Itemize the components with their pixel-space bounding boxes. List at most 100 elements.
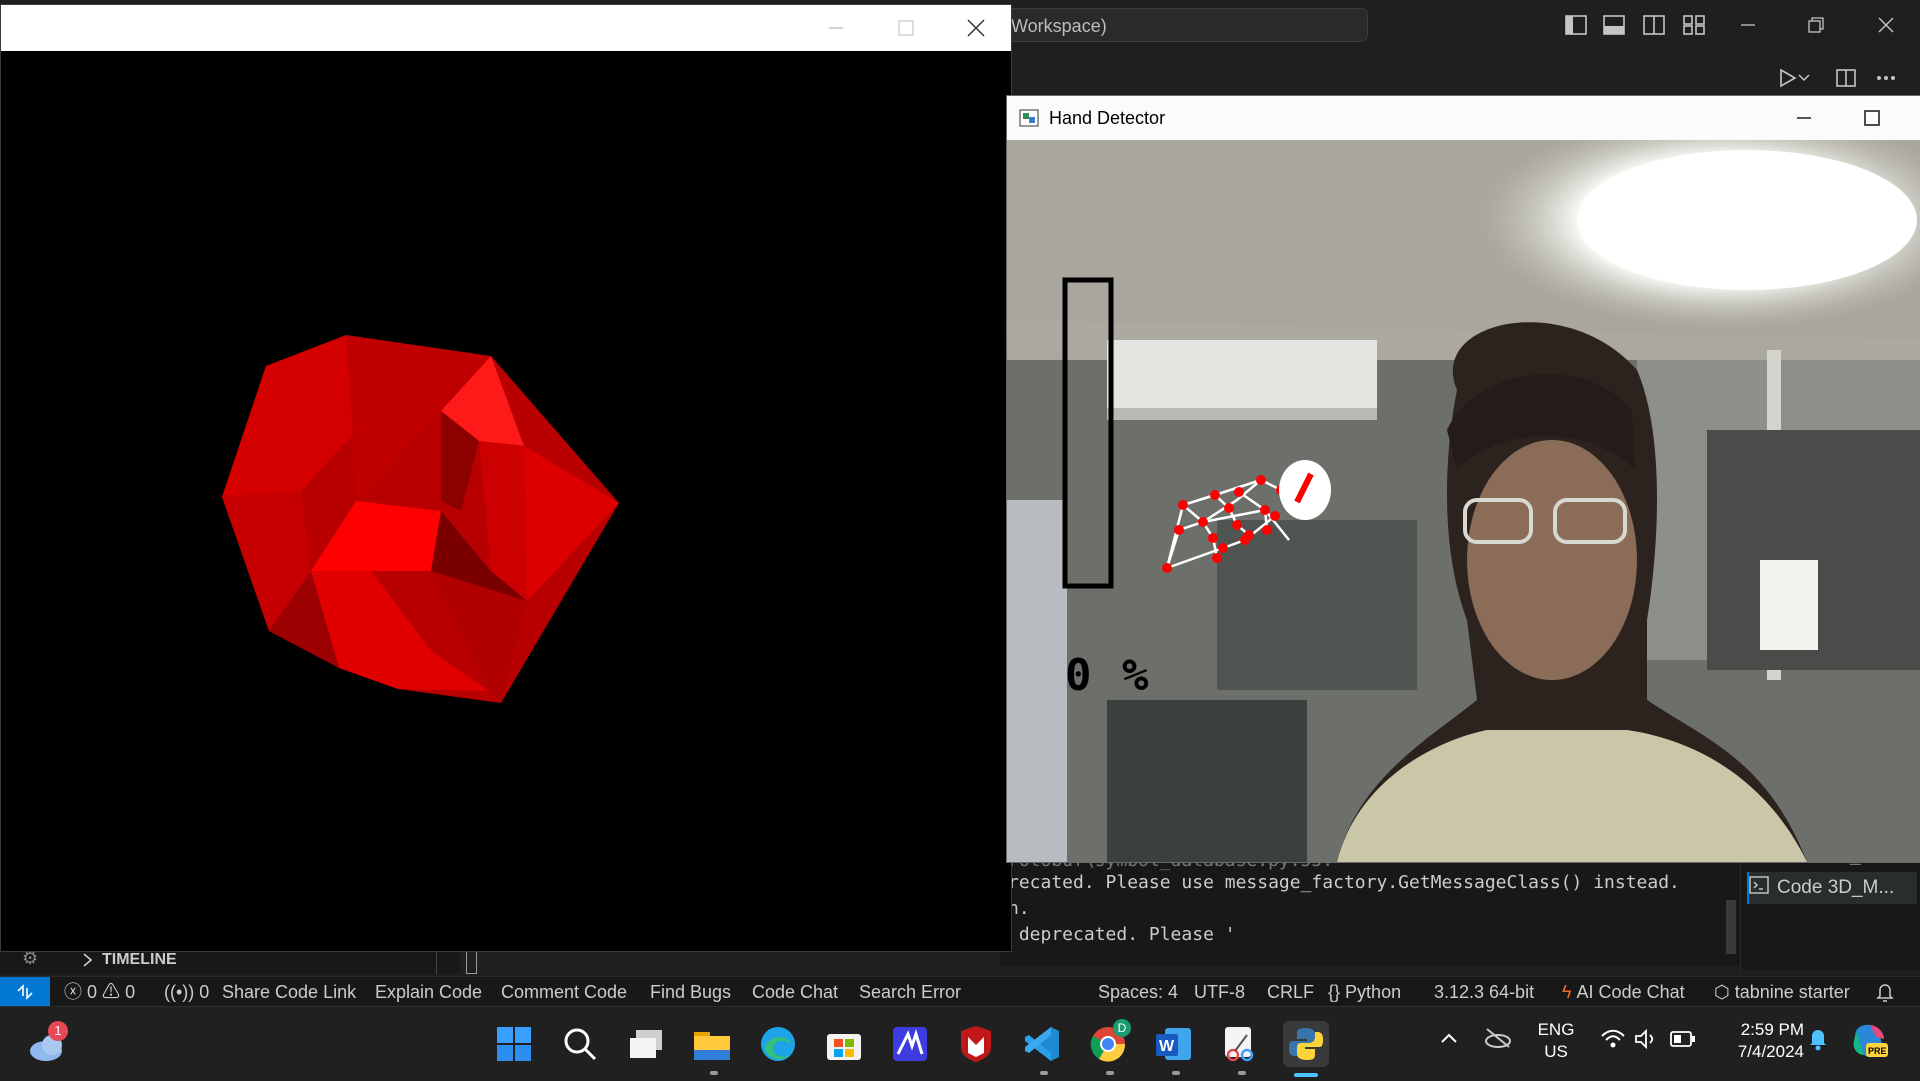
command-center[interactable]: Workspace)	[1000, 8, 1368, 42]
mcafee-icon[interactable]	[953, 1021, 999, 1067]
problems-button[interactable]: ⓧ 0 ⚠ 0	[64, 977, 135, 1007]
comment-code-button[interactable]: Comment Code	[501, 977, 627, 1007]
notification-bell-icon[interactable]	[1808, 1027, 1828, 1056]
taskbar: 1 D W ENG US 2:59 PM 7/4/2024 PRE	[0, 1006, 1920, 1081]
error-icon: ⓧ	[64, 982, 82, 1002]
more-actions-icon[interactable]	[1872, 64, 1900, 92]
encoding-button[interactable]: UTF-8	[1194, 977, 1245, 1007]
language-label: Python	[1345, 982, 1402, 1002]
word-icon[interactable]: W	[1151, 1021, 1197, 1067]
close-icon[interactable]	[1872, 11, 1900, 39]
ports-count: 0	[199, 982, 210, 1002]
tabnine-button[interactable]: ⬡ tabnine starter	[1714, 977, 1850, 1007]
task-view-icon[interactable]	[623, 1021, 669, 1067]
toggle-panel-icon[interactable]	[1600, 11, 1628, 39]
3d-red-polyhedron	[222, 335, 619, 703]
edge-icon[interactable]	[755, 1021, 801, 1067]
weather-badge: 1	[48, 1021, 68, 1041]
svg-text:PRE: PRE	[1868, 1046, 1887, 1056]
webcam-frame	[1007, 140, 1920, 862]
active-app-indicator	[1294, 1073, 1318, 1077]
eol-button[interactable]: CRLF	[1267, 977, 1314, 1007]
wifi-icon[interactable]	[1600, 1029, 1626, 1054]
interpreter-button[interactable]: 3.12.3 64-bit	[1434, 977, 1534, 1007]
toggle-secondary-sidebar-icon[interactable]	[1640, 11, 1668, 39]
editor-toolbar	[1760, 62, 1920, 94]
restore-icon[interactable]	[1802, 11, 1830, 39]
share-code-link-button[interactable]: Share Code Link	[222, 977, 356, 1007]
search-error-button[interactable]: Search Error	[859, 977, 961, 1007]
text-cursor-icon	[466, 950, 477, 974]
onedrive-offline-icon[interactable]	[1484, 1027, 1512, 1054]
terminal-scrollbar[interactable]	[1726, 900, 1736, 954]
weather-widget[interactable]: 1	[26, 1021, 72, 1067]
running-indicator	[1106, 1071, 1114, 1075]
status-bar: ⓧ 0 ⚠ 0 ((•)) 0 Share Code Link Explain …	[0, 976, 1920, 1007]
language-mode-button[interactable]: {} Python	[1328, 977, 1401, 1007]
clock-date: 7/4/2024	[1737, 1042, 1804, 1061]
language-indicator[interactable]: ENG US	[1536, 1019, 1576, 1063]
terminal-tab-active[interactable]: Code 3D_M...	[1747, 872, 1917, 904]
running-indicator	[1172, 1071, 1180, 1075]
hand-minimize-icon[interactable]	[1779, 96, 1829, 140]
hand-maximize-icon[interactable]	[1847, 96, 1897, 140]
ai-code-chat-label: AI Code Chat	[1576, 982, 1685, 1002]
render-window[interactable]	[0, 4, 1012, 952]
timeline-label: TIMELINE	[102, 951, 177, 968]
search-icon[interactable]	[557, 1021, 603, 1067]
camera-feed: 0 %	[1007, 140, 1920, 862]
running-indicator	[1040, 1071, 1048, 1075]
start-icon[interactable]	[491, 1021, 537, 1067]
file-explorer-icon[interactable]	[689, 1021, 735, 1067]
terminal-line: recated. Please use message_factory.GetM…	[1008, 872, 1680, 893]
hand-detector-window[interactable]: Hand Detector 0 %	[1006, 95, 1920, 863]
render-minimize-icon[interactable]	[801, 5, 871, 51]
render-close-icon[interactable]	[941, 5, 1011, 51]
volume-percent-label: 0 %	[1065, 650, 1151, 701]
render-window-titlebar[interactable]	[1, 5, 1011, 51]
show-hidden-icons-chevron-up-icon[interactable]	[1440, 1031, 1458, 1049]
tabnine-icon: ⬡	[1714, 982, 1730, 1002]
lightning-icon: ϟ	[1562, 982, 1572, 1002]
customize-layout-icon[interactable]	[1680, 11, 1708, 39]
hand-detector-titlebar[interactable]: Hand Detector	[1007, 96, 1920, 140]
clock-time: 2:59 PM	[1740, 1020, 1804, 1039]
window-title: Hand Detector	[1049, 108, 1166, 128]
explain-code-button[interactable]: Explain Code	[375, 977, 482, 1007]
tabnine-label: tabnine starter	[1734, 982, 1850, 1002]
chevron-down-icon[interactable]	[1796, 64, 1812, 92]
snipping-icon[interactable]	[1217, 1021, 1263, 1067]
remote-indicator-button[interactable]	[0, 977, 50, 1007]
minimize-icon[interactable]	[1734, 11, 1762, 39]
store-icon[interactable]	[821, 1021, 867, 1067]
broadcast-icon: ((•))	[164, 982, 195, 1002]
terminal-tab-label: Code 3D_M...	[1777, 877, 1895, 898]
indentation-button[interactable]: Spaces: 4	[1098, 977, 1178, 1007]
copilot-icon[interactable]: PRE	[1850, 1021, 1890, 1066]
render-maximize-icon[interactable]	[871, 5, 941, 51]
ports-button[interactable]: ((•)) 0	[164, 977, 209, 1007]
vscode-icon[interactable]	[1019, 1021, 1065, 1067]
chevron-right-icon	[82, 952, 94, 973]
volume-icon[interactable]	[1634, 1028, 1658, 1054]
toggle-primary-sidebar-icon[interactable]	[1562, 11, 1590, 39]
python-icon[interactable]	[1283, 1021, 1329, 1067]
terminal-line: deprecated. Please '	[1008, 924, 1236, 945]
find-bugs-button[interactable]: Find Bugs	[650, 977, 731, 1007]
battery-icon[interactable]	[1670, 1031, 1696, 1052]
terminal[interactable]: rotobuf\symbol_database.py:55: recated. …	[1000, 850, 1740, 966]
braces-icon: {}	[1328, 982, 1341, 1002]
code-chat-button[interactable]: Code Chat	[752, 977, 838, 1007]
powerapp-icon[interactable]	[887, 1021, 933, 1067]
split-editor-icon[interactable]	[1832, 64, 1860, 92]
clock[interactable]: 2:59 PM 7/4/2024	[1714, 1019, 1804, 1063]
terminal-icon	[1749, 876, 1769, 900]
warning-count: 0	[125, 982, 136, 1002]
ai-code-chat-button[interactable]: ϟ AI Code Chat	[1562, 977, 1685, 1007]
warning-icon: ⚠	[102, 982, 121, 1002]
language-line1: ENG	[1537, 1020, 1575, 1039]
running-indicator	[710, 1071, 718, 1075]
chrome-profile-badge: D	[1113, 1019, 1131, 1037]
svg-text:W: W	[1159, 1038, 1175, 1055]
chrome-icon[interactable]: D	[1085, 1019, 1131, 1067]
